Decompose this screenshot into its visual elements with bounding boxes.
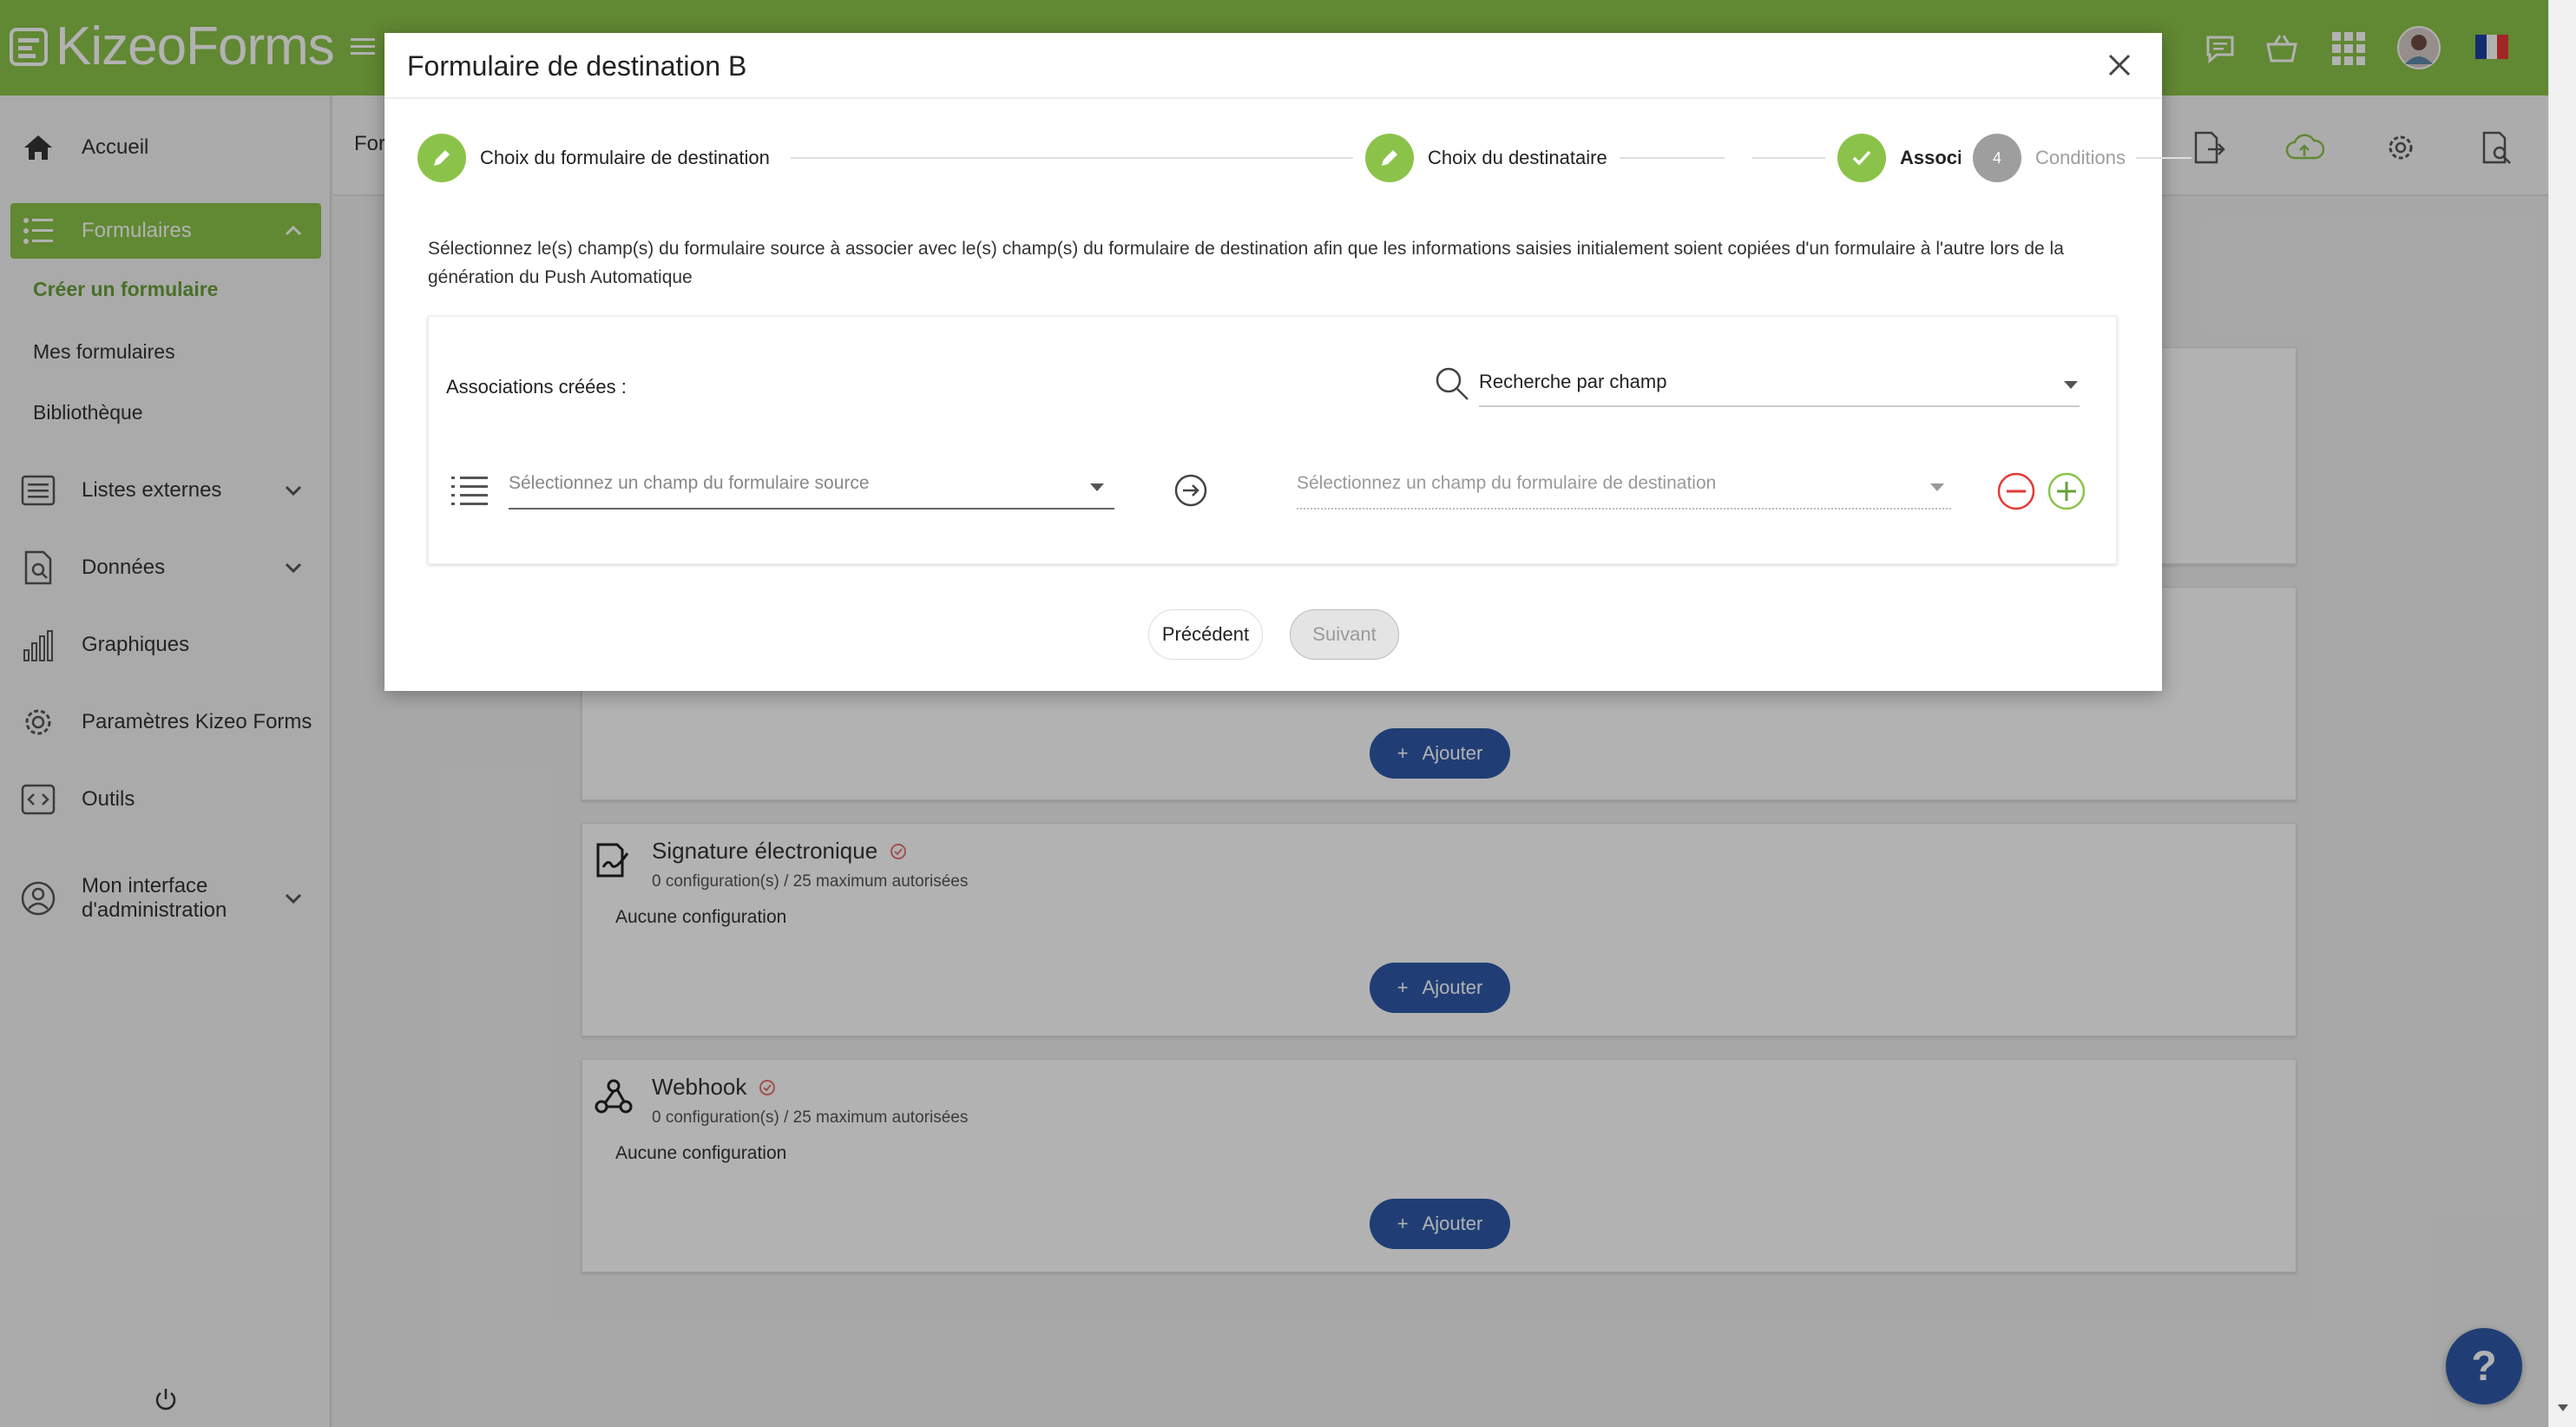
step-label: Conditions — [2035, 147, 2126, 168]
arrow-right-circle-icon — [1174, 474, 1207, 507]
source-field-placeholder: Sélectionnez un champ du formulaire sour… — [509, 473, 870, 493]
scroll-down-arrow-icon[interactable] — [2556, 1403, 2570, 1413]
destination-field-placeholder: Sélectionnez un champ du formulaire de d… — [1297, 473, 1717, 493]
scrollbar[interactable] — [2548, 0, 2576, 1427]
pencil-icon — [1382, 150, 1397, 166]
chevron-down-icon — [1090, 483, 1104, 491]
step-label: Choix du formulaire de destination — [480, 147, 770, 168]
step-circle: 4 — [1973, 134, 2021, 182]
previous-button[interactable]: Précédent — [1148, 609, 1263, 660]
remove-association-button[interactable] — [1996, 471, 2036, 511]
close-icon[interactable] — [2105, 50, 2134, 80]
step-destination-form[interactable]: Choix du formulaire de destination — [417, 134, 782, 182]
step-conditions: 4 Conditions — [1961, 134, 2126, 182]
source-field-select[interactable]: Sélectionnez un champ du formulaire sour… — [509, 461, 1114, 510]
associations-card: Associations créées : Recherche par cham… — [428, 316, 2117, 564]
chevron-down-icon — [1930, 483, 1944, 491]
step-circle — [1365, 134, 1414, 182]
modal-description: Sélectionnez le(s) champ(s) du formulair… — [428, 239, 2064, 287]
destination-field-select[interactable]: Sélectionnez un champ du formulaire de d… — [1297, 461, 1951, 510]
step-circle — [417, 134, 466, 182]
chevron-down-icon — [2064, 381, 2078, 389]
step-circle — [1837, 134, 1886, 182]
search-icon — [1436, 367, 1469, 400]
modal-header: Formulaire de destination B — [384, 33, 2162, 99]
pencil-icon — [434, 150, 450, 166]
search-select-value: Recherche par champ — [1479, 371, 1667, 392]
modal-title: Formulaire de destination B — [407, 50, 747, 82]
modal-dialog: Formulaire de destination B Choix du for… — [384, 33, 2192, 691]
add-association-button[interactable] — [2047, 471, 2086, 511]
associations-label: Associations créées : — [446, 376, 627, 398]
list-icon — [451, 477, 488, 505]
step-recipient[interactable]: Choix du destinataire — [1353, 134, 1620, 182]
check-icon — [1852, 150, 1871, 166]
next-button[interactable]: Suivant — [1290, 609, 1399, 660]
step-label: Choix du destinataire — [1428, 147, 1607, 168]
field-search-select[interactable]: Recherche par champ — [1479, 358, 2080, 407]
